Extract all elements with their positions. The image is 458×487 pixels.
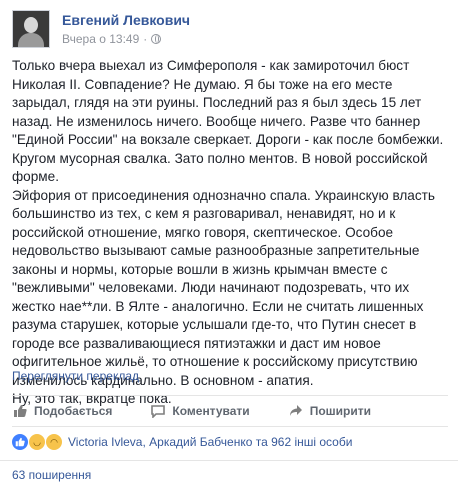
author-name[interactable]: Евгений Левкович	[62, 11, 190, 29]
sad-icon: ◠	[46, 434, 62, 450]
post-text: Только вчера выехал из Симферополя - как…	[12, 57, 448, 409]
post-timestamp-row: Вчера о 13:49 ·	[62, 31, 190, 47]
reactions-names[interactable]: Victoria Ivleva, Аркадий Бабченко та 962…	[68, 435, 352, 449]
like-button[interactable]: Подобається	[12, 396, 112, 426]
divider	[0, 460, 458, 461]
avatar-body	[18, 33, 44, 47]
comment-icon	[150, 403, 166, 419]
post-paragraph: Только вчера выехал из Симферополя - как…	[12, 58, 444, 184]
post-actions-bar: Подобається Коментувати Поширити	[12, 395, 448, 427]
reactions-summary[interactable]: ◡ ◠ Victoria Ivleva, Аркадий Бабченко та…	[12, 432, 352, 452]
share-button[interactable]: Поширити	[288, 396, 371, 426]
like-label: Подобається	[34, 404, 113, 418]
post-header: Евгений Левкович Вчера о 13:49 ·	[12, 10, 190, 50]
comment-label: Коментувати	[172, 404, 250, 418]
thumbs-up-icon	[12, 403, 28, 419]
comment-button[interactable]: Коментувати	[150, 396, 250, 426]
post-paragraph: Эйфория от присоединения однозначно спал…	[12, 187, 435, 388]
separator-dot: ·	[143, 32, 148, 46]
post-meta: Евгений Левкович Вчера о 13:49 ·	[62, 10, 190, 50]
share-label: Поширити	[309, 404, 371, 418]
globe-icon[interactable]	[151, 34, 162, 44]
haha-icon: ◡	[29, 434, 45, 450]
avatar-head	[24, 17, 38, 33]
shares-count[interactable]: 63 поширення	[12, 468, 91, 482]
see-translation-link[interactable]: Переглянути переклад	[12, 369, 139, 383]
share-icon	[288, 403, 304, 419]
facebook-post: Евгений Левкович Вчера о 13:49 · Только …	[0, 0, 458, 487]
post-timestamp[interactable]: Вчера о 13:49	[62, 31, 139, 47]
like-icon	[12, 434, 28, 450]
avatar[interactable]	[12, 10, 50, 48]
